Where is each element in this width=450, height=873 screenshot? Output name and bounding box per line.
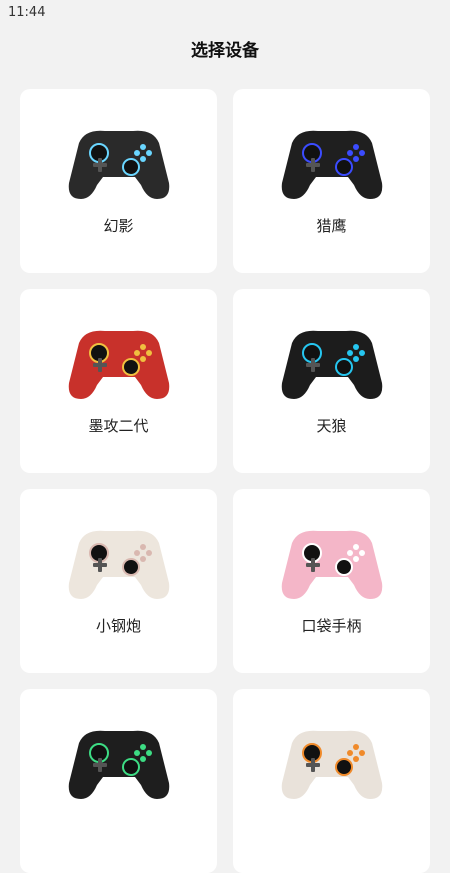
gamepad-red-white-icon (68, 330, 169, 399)
device-card[interactable]: 天狼 (233, 289, 430, 473)
gamepad-transparent-rgb-icon (68, 130, 169, 199)
page-title: 选择设备 (191, 41, 259, 61)
device-card[interactable]: 小钢炮 (20, 489, 217, 673)
gamepad-pink-mini-icon (281, 530, 382, 599)
device-name: 幻影 (103, 217, 134, 235)
gamepad-black-blue-icon (281, 130, 382, 199)
status-bar: 11:44 (0, 0, 450, 26)
device-grid: 幻影 猎鹰墨攻二代 天狼小钢炮 口袋手柄 (20, 89, 430, 873)
gamepad-orange-blue-icon (281, 730, 382, 799)
device-name: 墨攻二代 (88, 417, 149, 435)
device-name: 小钢炮 (95, 617, 141, 635)
device-card[interactable]: 墨攻二代 (20, 289, 217, 473)
status-time: 11:44 (8, 5, 46, 20)
device-card[interactable]: 口袋手柄 (233, 489, 430, 673)
device-card[interactable]: 幻影 (20, 89, 217, 273)
device-name: 天狼 (316, 417, 347, 435)
device-card[interactable]: 猎鹰 (233, 89, 430, 273)
device-name: 猎鹰 (316, 217, 347, 235)
gamepad-black-green-icon (68, 730, 169, 799)
device-card[interactable] (233, 689, 430, 873)
gamepad-black-xbox-icon (281, 330, 382, 399)
device-card[interactable] (20, 689, 217, 873)
gamepad-cream-icon (68, 530, 169, 599)
device-name: 口袋手柄 (301, 617, 362, 635)
